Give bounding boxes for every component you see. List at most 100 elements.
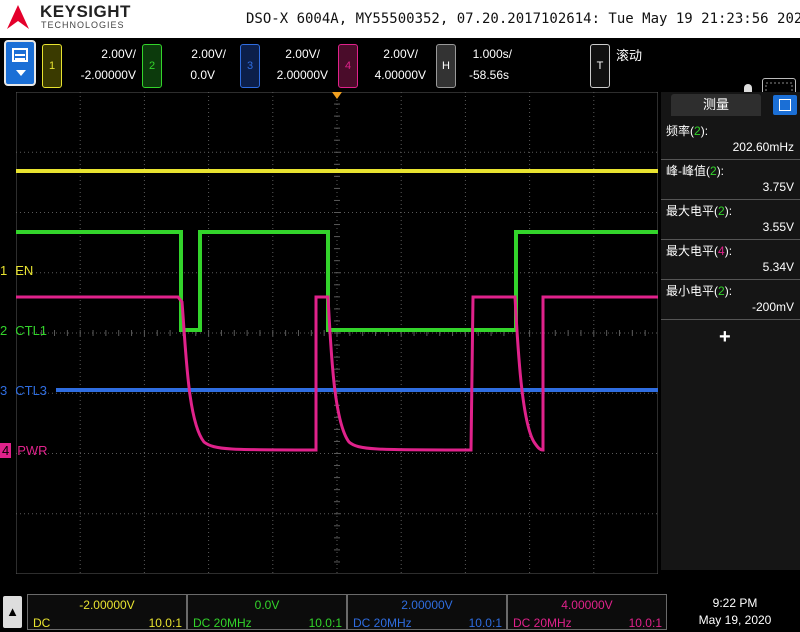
measurement-channel: 2 — [710, 164, 717, 178]
bottom-channel-4[interactable]: 4.00000V DC 20MHz 10.0:1 — [507, 594, 667, 630]
menu-icon — [12, 48, 28, 62]
trace-label-ctl1: 2 CTL1 — [0, 323, 47, 338]
header-bar: KEYSIGHT TECHNOLOGIES DSO-X 6004A, MY555… — [0, 0, 800, 38]
trigger-settings[interactable]: T 滚动 — [590, 44, 650, 88]
trace-name-pwr: PWR — [17, 443, 48, 458]
bottom-channel-1[interactable]: -2.00000V DC 10.0:1 — [27, 594, 187, 630]
timebase-settings[interactable]: H 1.000s/ -58.56s — [436, 44, 516, 88]
timebase-delay: -58.56s — [468, 68, 509, 82]
channel-2-offset: 0.0V — [190, 68, 215, 82]
panel-tab-measure[interactable]: 测量 — [671, 94, 761, 116]
bottom-probe: 10.0:1 — [308, 616, 342, 630]
timebase-badge: H — [436, 44, 456, 88]
channel-1-badge: 1 — [42, 44, 62, 88]
measurement-channel: 2 — [694, 124, 701, 138]
keysight-logo-icon — [7, 5, 29, 29]
trigger-mode: 滚动 — [616, 48, 643, 63]
trace-label-en: 1 EN — [0, 263, 33, 278]
trigger-position-icon — [332, 92, 342, 99]
measurement-value: 5.34V — [762, 260, 794, 274]
channel-3-settings[interactable]: 3 2.00V/ 2.00000V — [240, 44, 328, 88]
measurement-name: 最大电平 — [666, 204, 715, 218]
measurement-panel: 测量 频率(2): 202.60mHz 峰-峰值(2): 3.75V 最大电平(… — [661, 92, 800, 570]
measurement-name: 频率 — [666, 124, 691, 138]
trace-marker-4: 4 — [0, 443, 12, 458]
brand-name: KEYSIGHT — [40, 2, 131, 21]
measurement-channel: 2 — [718, 284, 725, 298]
arrow-up-icon[interactable]: ▲ — [3, 596, 22, 628]
measurement-label: 最小电平(2): — [666, 284, 733, 298]
measurement-name: 最大电平 — [666, 244, 715, 258]
bottom-coupling: DC — [33, 616, 51, 630]
channel-3-badge: 3 — [240, 44, 260, 88]
trace-pwr — [16, 295, 658, 452]
trace-name-ctl3: CTL3 — [15, 383, 48, 398]
trace-name-en: EN — [15, 263, 34, 278]
chevron-down-icon — [16, 70, 26, 76]
measurement-value: 3.75V — [762, 180, 794, 194]
channel-4-scale: 2.00V/ — [383, 47, 418, 61]
bottom-offset: 2.00000V — [401, 598, 453, 612]
bottom-probe: 10.0:1 — [628, 616, 662, 630]
bottom-offset: 4.00000V — [561, 598, 613, 612]
channel-4-badge: 4 — [338, 44, 358, 88]
clock-date: May 19, 2020 — [698, 613, 772, 627]
bottom-coupling: DC 20MHz — [513, 616, 572, 630]
trace-marker-3: 3 — [0, 383, 8, 398]
measurement-label: 最大电平(2): — [666, 204, 733, 218]
channel-1-settings[interactable]: 1 2.00V/ -2.00000V — [42, 44, 136, 88]
measurement-value: 3.55V — [762, 220, 794, 234]
trace-label-ctl3: 3 CTL3 — [0, 383, 47, 398]
clock: 9:22 PM May 19, 2020 — [676, 596, 794, 627]
bottom-probe: 10.0:1 — [148, 616, 182, 630]
bottom-coupling: DC 20MHz — [193, 616, 252, 630]
measurement-1[interactable]: 峰-峰值(2): 3.75V — [661, 160, 800, 200]
trigger-badge: T — [590, 44, 610, 88]
measurement-3[interactable]: 最大电平(4): 5.34V — [661, 240, 800, 280]
measurement-label: 频率(2): — [666, 124, 709, 138]
measurement-4[interactable]: 最小电平(2): -200mV — [661, 280, 800, 320]
divider — [661, 319, 800, 320]
measurement-label: 峰-峰值(2): — [666, 164, 725, 178]
trace-marker-1: 1 — [0, 263, 8, 278]
bottom-probe: 10.0:1 — [468, 616, 502, 630]
trace-name-ctl1: CTL1 — [15, 323, 48, 338]
bottom-channel-3[interactable]: 2.00000V DC 20MHz 10.0:1 — [347, 594, 507, 630]
bottom-offset: -2.00000V — [79, 598, 135, 612]
channel-2-scale: 2.00V/ — [191, 47, 226, 61]
channel-3-scale: 2.00V/ — [285, 47, 320, 61]
measurement-value: -200mV — [751, 300, 794, 314]
measurement-2[interactable]: 最大电平(2): 3.55V — [661, 200, 800, 240]
trace-label-pwr: 4 PWR — [0, 443, 48, 458]
measurement-0[interactable]: 频率(2): 202.60mHz — [661, 120, 800, 160]
channel-2-settings[interactable]: 2 2.00V/ 0.0V — [142, 44, 226, 88]
graticule — [16, 92, 658, 574]
bottom-coupling: DC 20MHz — [353, 616, 412, 630]
panel-menu-icon[interactable] — [773, 95, 797, 115]
bottom-bar: ▲ -2.00000V DC 10.0:1 0.0V DC 20MHz 10.0… — [0, 590, 800, 632]
measurement-channel: 2 — [718, 204, 725, 218]
trace-marker-2: 2 — [0, 323, 8, 338]
channel-bar: 1 2.00V/ -2.00000V 2 2.00V/ 0.0V 3 2.00V… — [0, 38, 800, 122]
channel-4-offset: 4.00000V — [374, 68, 426, 82]
waveform-grid[interactable] — [16, 92, 658, 574]
panel-header: 测量 — [661, 92, 800, 118]
measurement-name: 峰-峰值 — [666, 164, 706, 178]
channel-1-offset: -2.00000V — [80, 68, 136, 82]
channel-2-badge: 2 — [142, 44, 162, 88]
timebase-scale: 1.000s/ — [472, 47, 512, 61]
channel-4-settings[interactable]: 4 2.00V/ 4.00000V — [338, 44, 426, 88]
measurement-value: 202.60mHz — [732, 140, 794, 154]
channel-3-offset: 2.00000V — [276, 68, 328, 82]
measurement-channel: 4 — [718, 244, 725, 258]
measurement-name: 最小电平 — [666, 284, 715, 298]
channel-1-scale: 2.00V/ — [101, 47, 136, 61]
add-measurement-button[interactable]: + — [719, 326, 731, 349]
instrument-info: DSO-X 6004A, MY55500352, 07.20.201710261… — [246, 11, 800, 27]
clock-time: 9:22 PM — [712, 596, 758, 610]
brand-sub: TECHNOLOGIES — [41, 20, 125, 30]
bottom-channel-2[interactable]: 0.0V DC 20MHz 10.0:1 — [187, 594, 347, 630]
main-menu-button[interactable] — [4, 40, 36, 86]
bottom-offset: 0.0V — [254, 598, 280, 612]
measurement-label: 最大电平(4): — [666, 244, 733, 258]
